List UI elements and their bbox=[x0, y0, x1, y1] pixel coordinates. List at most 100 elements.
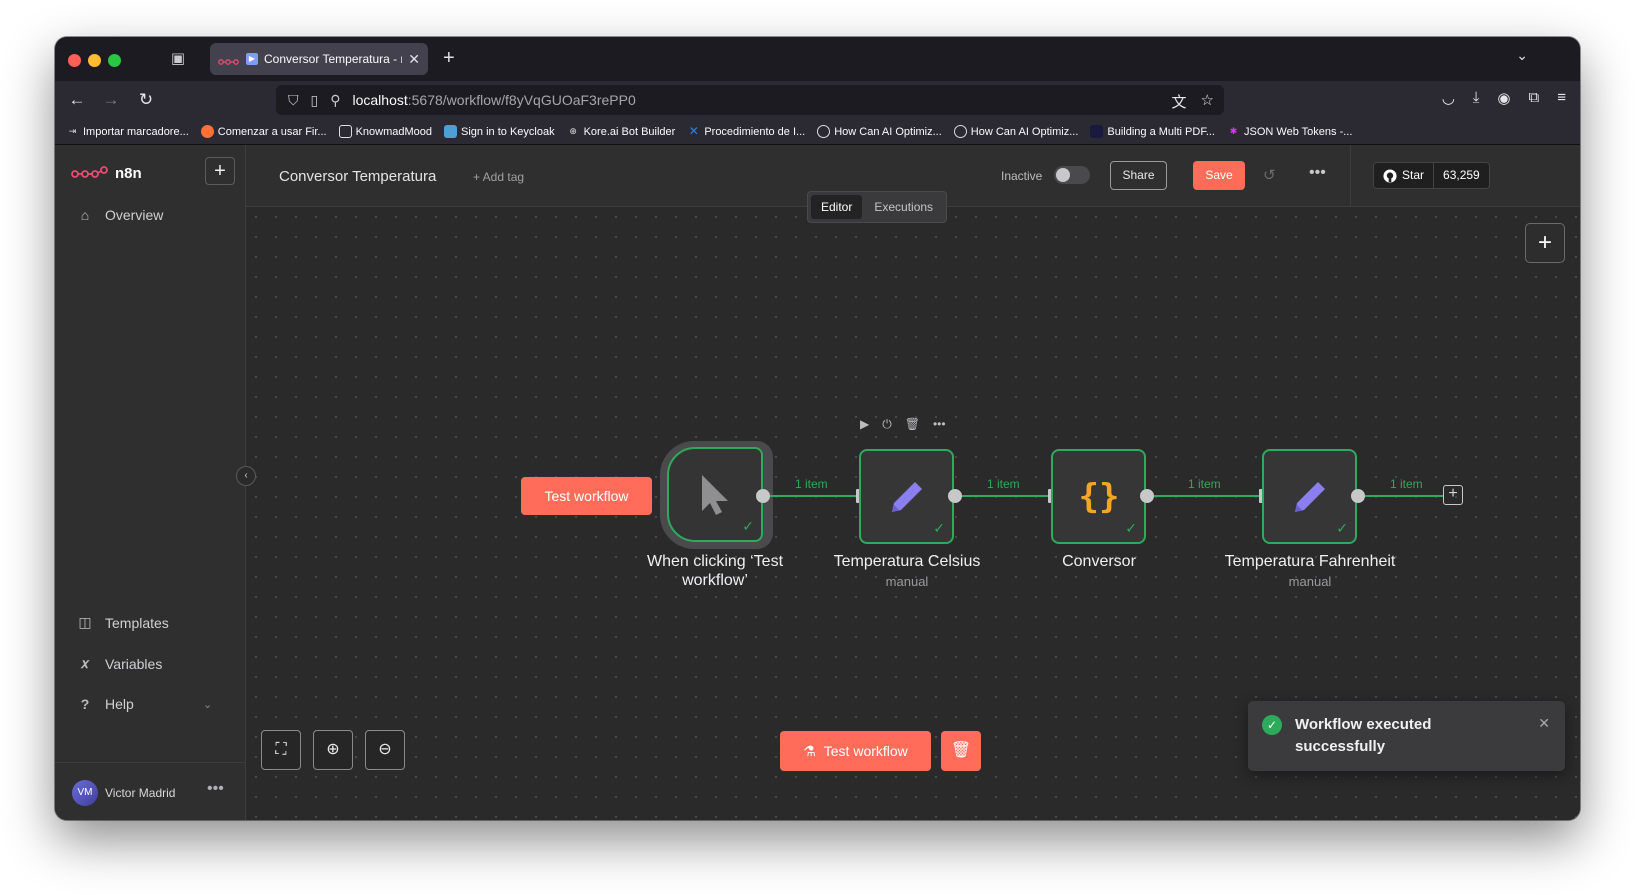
node-label: Conversor bbox=[1062, 553, 1136, 570]
bookmark-item[interactable]: KnowmadMood bbox=[338, 125, 432, 138]
bookmark-item[interactable]: Building a Multi PDF... bbox=[1090, 125, 1215, 138]
success-check-icon: ✓ bbox=[1262, 715, 1282, 735]
tab-editor[interactable]: Editor bbox=[811, 195, 863, 219]
minimize-window-button[interactable] bbox=[88, 54, 101, 67]
zoom-in-button[interactable]: ⊕ bbox=[313, 730, 353, 770]
bookmark-item[interactable]: ⇥ Importar marcadore... bbox=[66, 125, 189, 138]
node-temperatura-fahrenheit[interactable]: ✓ bbox=[1262, 449, 1357, 544]
output-port[interactable] bbox=[948, 489, 962, 503]
help-icon: ? bbox=[80, 696, 90, 712]
avatar[interactable]: VM bbox=[72, 780, 98, 806]
node-label: Temperatura Celsius bbox=[833, 553, 981, 570]
connection-item-count: 1 item bbox=[1188, 477, 1221, 491]
bookmark-item[interactable]: ⊕ Kore.ai Bot Builder bbox=[567, 125, 675, 138]
sidebar-item-help[interactable]: ? Help ⌄ bbox=[77, 696, 227, 712]
confluence-icon: ✕ bbox=[688, 124, 699, 138]
close-window-button[interactable] bbox=[68, 54, 81, 67]
save-button[interactable]: Save bbox=[1193, 161, 1245, 190]
media-play-icon: ▶ bbox=[246, 53, 258, 65]
execute-node-icon[interactable]: ▶ bbox=[860, 417, 869, 432]
close-tab-icon[interactable]: ✕ bbox=[408, 51, 420, 68]
site-icon bbox=[1090, 125, 1104, 138]
bookmark-item[interactable]: How Can AI Optimiz... bbox=[953, 125, 1078, 138]
account-icon[interactable]: ◉ bbox=[1497, 89, 1510, 107]
workflow-name[interactable]: Conversor Temperatura bbox=[279, 168, 436, 185]
connection[interactable] bbox=[1365, 495, 1443, 497]
url-bar[interactable]: ⛉ ▯ ⚲ localhost:5678/workflow/f8yVqGUOaF… bbox=[276, 85, 1224, 115]
sidebar-item-label: Templates bbox=[105, 614, 169, 631]
power-icon[interactable]: ⏻ bbox=[882, 417, 892, 432]
download-icon[interactable]: ⤓ bbox=[1473, 89, 1480, 107]
import-icon: ⇥ bbox=[68, 126, 77, 136]
tab-title: Conversor Temperatura - n8 bbox=[264, 52, 403, 66]
permissions-icon[interactable]: ⚲ bbox=[330, 92, 340, 109]
output-port[interactable] bbox=[1351, 489, 1365, 503]
delete-node-icon[interactable]: 🗑 bbox=[905, 417, 920, 432]
add-next-node-icon[interactable]: + bbox=[1443, 485, 1463, 505]
test-workflow-inline-button[interactable]: Test workflow bbox=[521, 477, 652, 515]
chevron-down-icon[interactable]: ⌄ bbox=[1516, 47, 1528, 64]
browser-window: ▣ ▶ Conversor Temperatura - n8 ✕ + ⌄ ← →… bbox=[55, 37, 1580, 820]
menu-icon[interactable]: ≡ bbox=[1557, 89, 1566, 107]
n8n-favicon-icon bbox=[218, 55, 240, 65]
close-icon[interactable]: ✕ bbox=[1538, 715, 1550, 732]
openai-icon bbox=[953, 125, 967, 138]
n8n-logo[interactable]: n8n bbox=[71, 165, 142, 182]
test-workflow-button[interactable]: ⚗ Test workflow bbox=[780, 731, 931, 771]
github-star-button[interactable]: Star 63,259 bbox=[1373, 162, 1490, 189]
tab-executions[interactable]: Executions bbox=[864, 195, 943, 219]
browser-tab-active[interactable]: ▶ Conversor Temperatura - n8 ✕ bbox=[210, 43, 428, 75]
workflow-canvas[interactable]: Editor Executions + ▶ ⏻ 🗑 ••• Test workf… bbox=[246, 191, 1580, 820]
sidebar-item-templates[interactable]: ◫ Templates bbox=[77, 614, 169, 631]
more-options-icon[interactable]: ••• bbox=[1309, 164, 1326, 182]
maximize-window-button[interactable] bbox=[108, 54, 121, 67]
connection[interactable] bbox=[962, 495, 1050, 497]
node-conversor[interactable]: {} ✓ bbox=[1051, 449, 1146, 544]
node-manual-trigger[interactable]: ✓ bbox=[667, 447, 763, 542]
github-star-count: 63,259 bbox=[1434, 163, 1489, 188]
history-icon[interactable]: ↺ bbox=[1263, 166, 1276, 184]
add-workflow-button[interactable]: + bbox=[205, 157, 235, 185]
variables-icon: 𝑥 bbox=[81, 655, 89, 671]
connection-item-count: 1 item bbox=[1390, 477, 1423, 491]
bookmark-item[interactable]: How Can AI Optimiz... bbox=[817, 125, 942, 138]
connection[interactable] bbox=[770, 495, 858, 497]
bookmark-item[interactable]: Sign in to Keycloak bbox=[444, 125, 555, 138]
forward-icon[interactable]: → bbox=[100, 89, 122, 111]
share-button[interactable]: Share bbox=[1110, 161, 1167, 190]
connection[interactable] bbox=[1154, 495, 1261, 497]
github-star[interactable]: Star bbox=[1374, 163, 1435, 188]
tab-list-icon[interactable]: ▣ bbox=[168, 49, 188, 69]
active-toggle[interactable] bbox=[1054, 166, 1090, 184]
chevron-down-icon: ⌄ bbox=[203, 698, 213, 711]
bookmark-item[interactable]: ✕ Procedimiento de I... bbox=[687, 125, 805, 138]
output-port[interactable] bbox=[1140, 489, 1154, 503]
clear-execution-button[interactable]: 🗑 bbox=[941, 731, 981, 771]
extensions-icon[interactable]: ⧉ bbox=[1529, 89, 1540, 107]
toast-message: Workflow executed successfully bbox=[1295, 716, 1432, 755]
connection-item-count: 1 item bbox=[795, 477, 828, 491]
shield-icon[interactable]: ⛉ bbox=[288, 92, 299, 109]
sidebar-item-overview[interactable]: ⌂ Overview bbox=[77, 207, 164, 223]
add-node-button[interactable]: + bbox=[1525, 223, 1565, 263]
node-more-icon[interactable]: ••• bbox=[933, 417, 946, 432]
pocket-icon[interactable]: ◡ bbox=[1442, 89, 1455, 107]
user-menu-icon[interactable]: ••• bbox=[207, 780, 224, 798]
output-port[interactable] bbox=[756, 489, 770, 503]
sidebar-item-variables[interactable]: 𝑥 Variables bbox=[77, 655, 162, 672]
collapse-sidebar-icon[interactable]: ‹ bbox=[236, 466, 256, 486]
success-check-icon: ✓ bbox=[742, 518, 754, 534]
view-switch: Editor Executions bbox=[807, 191, 948, 223]
translate-icon[interactable]: 文 bbox=[1172, 91, 1187, 112]
bookmark-star-icon[interactable]: ☆ bbox=[1201, 91, 1214, 112]
openai-icon bbox=[817, 125, 831, 138]
bookmark-item[interactable]: ✱ JSON Web Tokens -... bbox=[1227, 125, 1353, 138]
reload-icon[interactable]: ↻ bbox=[135, 89, 157, 111]
zoom-out-button[interactable]: ⊖ bbox=[365, 730, 405, 770]
node-temperatura-celsius[interactable]: ✓ bbox=[859, 449, 954, 544]
back-icon[interactable]: ← bbox=[66, 89, 88, 111]
add-tag-link[interactable]: + Add tag bbox=[473, 170, 524, 184]
fit-view-button[interactable]: ⛶ bbox=[261, 730, 301, 770]
new-tab-icon[interactable]: + bbox=[443, 47, 455, 70]
bookmark-item[interactable]: Comenzar a usar Fir... bbox=[200, 125, 327, 138]
